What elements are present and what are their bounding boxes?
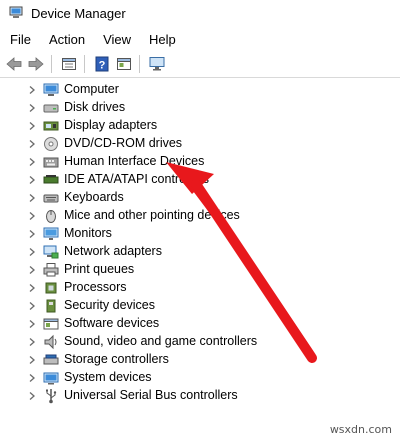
ide-controller-icon [43,175,59,184]
tree-item-sound-video-and-game-controllers[interactable]: Sound, video and game controllers [0,333,360,351]
tree-item-label: Mice and other pointing devices [64,208,240,222]
toolbar-separator [139,55,140,73]
view-icon [117,58,131,70]
expand-chevron-icon[interactable] [27,157,37,167]
tree-item-display-adapters[interactable]: Display adapters [0,117,360,135]
tree-item-label: Sound, video and game controllers [64,334,258,348]
tree-item-computer[interactable]: Computer [0,81,360,99]
tree-item-label: Universal Serial Bus controllers [64,388,238,402]
tree-item-label: Print queues [64,262,135,276]
software-device-icon [43,318,59,330]
tree-item-network-adapters[interactable]: Network adapters [0,243,360,261]
toolbar: ? [0,51,400,78]
tree-item-mice-and-other-pointing-devices[interactable]: Mice and other pointing devices [0,207,360,225]
expand-chevron-icon[interactable] [27,301,37,311]
expand-chevron-icon[interactable] [27,355,37,365]
expand-chevron-icon[interactable] [27,265,37,275]
back-icon [6,57,22,71]
computer-icon [43,83,59,96]
tree-item-label: DVD/CD-ROM drives [64,136,183,150]
device-tree: Computer Disk drives Display adapters DVD/C… [0,78,400,408]
menu-action[interactable]: Action [40,32,94,47]
menu-view[interactable]: View [94,32,140,47]
properties-button[interactable] [59,54,79,74]
keyboard-icon [43,194,59,203]
forward-icon [28,57,44,71]
tree-item-label: Security devices [64,298,156,312]
expand-chevron-icon[interactable] [27,373,37,383]
display-adapter-icon [43,121,59,131]
toolbar-separator [84,55,85,73]
tree-item-label: Monitors [64,226,112,240]
tree-item-security-devices[interactable]: Security devices [0,297,360,315]
printer-icon [43,263,59,277]
watermark: wsxdn.com [329,423,392,436]
storage-controller-icon [43,354,59,365]
properties-icon [62,58,76,70]
expand-chevron-icon[interactable] [27,247,37,257]
scan-hardware-button[interactable] [147,54,167,74]
tree-item-label: IDE ATA/ATAPI controllers [64,172,209,186]
expand-chevron-icon[interactable] [27,391,37,401]
processor-icon [45,282,57,294]
tree-item-storage-controllers[interactable]: Storage controllers [0,351,360,369]
tree-item-system-devices[interactable]: System devices [0,369,360,387]
help-icon: ? [95,56,109,72]
sound-icon [44,334,57,350]
hid-icon [43,157,59,168]
network-adapter-icon [43,245,59,259]
expand-chevron-icon[interactable] [27,211,37,221]
title-bar: Device Manager [0,0,400,26]
monitor-icon [149,57,165,71]
menu-help[interactable]: Help [140,32,185,47]
expand-chevron-icon[interactable] [27,319,37,329]
expand-chevron-icon[interactable] [27,193,37,203]
help-button[interactable]: ? [92,54,112,74]
tree-item-software-devices[interactable]: Software devices [0,315,360,333]
tree-item-label: Software devices [64,316,160,330]
monitor-icon [43,227,59,240]
tree-item-processors[interactable]: Processors [0,279,360,297]
tree-item-disk-drives[interactable]: Disk drives [0,99,360,117]
expand-chevron-icon[interactable] [27,337,37,347]
tree-item-keyboards[interactable]: Keyboards [0,189,360,207]
mouse-icon [46,210,56,223]
expand-chevron-icon[interactable] [27,229,37,239]
tree-item-ide-ata-atapi-controllers[interactable]: IDE ATA/ATAPI controllers [0,171,360,189]
expand-chevron-icon[interactable] [27,103,37,113]
disk-drive-icon [43,104,59,113]
tree-item-label: Processors [64,280,127,294]
expand-chevron-icon[interactable] [27,121,37,131]
expand-chevron-icon[interactable] [27,139,37,149]
dvd-drive-icon [44,137,58,151]
expand-chevron-icon[interactable] [27,85,37,95]
expand-chevron-icon[interactable] [27,175,37,185]
tree-item-label: Storage controllers [64,352,169,366]
tree-item-label: Keyboards [64,190,124,204]
expand-chevron-icon[interactable] [27,283,37,293]
toolbar-separator [51,55,52,73]
tree-item-label: Network adapters [64,244,162,258]
window-title: Device Manager [31,5,126,21]
tree-item-monitors[interactable]: Monitors [0,225,360,243]
tree-item-label: Computer [64,82,119,96]
tree-item-label: Human Interface Devices [64,154,205,168]
tree-item-label: System devices [64,370,152,384]
menu-file[interactable]: File [0,32,40,47]
system-device-icon [43,372,59,385]
tree-item-label: Display adapters [64,118,158,132]
svg-text:?: ? [99,60,106,72]
device-manager-app-icon [9,6,23,18]
security-device-icon [46,299,56,313]
view-button[interactable] [114,54,134,74]
back-button[interactable] [4,54,24,74]
tree-item-print-queues[interactable]: Print queues [0,261,360,279]
tree-item-dvd-cd-rom-drives[interactable]: DVD/CD-ROM drives [0,135,360,153]
menu-bar: File Action View Help [0,28,400,50]
tree-item-universal-serial-bus-controllers[interactable]: Universal Serial Bus controllers [0,387,360,405]
tree-item-label: Disk drives [64,100,126,114]
forward-button[interactable] [26,54,46,74]
tree-item-human-interface-devices[interactable]: Human Interface Devices [0,153,360,171]
usb-icon [46,389,57,404]
